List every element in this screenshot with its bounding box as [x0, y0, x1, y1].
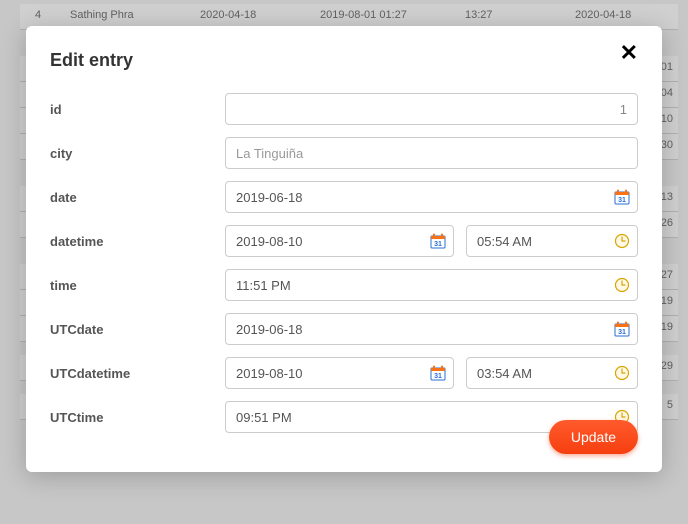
id-input[interactable]	[225, 93, 638, 125]
city-input[interactable]	[225, 137, 638, 169]
close-icon[interactable]: ✕	[620, 42, 638, 64]
label-time: time	[50, 278, 225, 293]
field-row-utcdatetime: UTCdatetime 31	[50, 357, 638, 389]
field-row-city: city	[50, 137, 638, 169]
field-row-id: id	[50, 93, 638, 125]
datetime-time-input[interactable]	[466, 225, 638, 257]
date-input[interactable]	[225, 181, 638, 213]
label-datetime: datetime	[50, 234, 225, 249]
label-city: city	[50, 146, 225, 161]
edit-entry-modal: Edit entry ✕ id city date 31 date	[26, 26, 662, 472]
label-date: date	[50, 190, 225, 205]
field-row-utcdate: UTCdate 31	[50, 313, 638, 345]
label-utcdatetime: UTCdatetime	[50, 366, 225, 381]
utcdate-input[interactable]	[225, 313, 638, 345]
time-input[interactable]	[225, 269, 638, 301]
label-id: id	[50, 102, 225, 117]
label-utcdate: UTCdate	[50, 322, 225, 337]
utcdatetime-date-input[interactable]	[225, 357, 454, 389]
modal-title: Edit entry	[50, 50, 133, 71]
update-button[interactable]: Update	[549, 420, 638, 454]
field-row-time: time	[50, 269, 638, 301]
field-row-date: date 31	[50, 181, 638, 213]
field-row-datetime: datetime 31	[50, 225, 638, 257]
label-utctime: UTCtime	[50, 410, 225, 425]
utcdatetime-time-input[interactable]	[466, 357, 638, 389]
datetime-date-input[interactable]	[225, 225, 454, 257]
